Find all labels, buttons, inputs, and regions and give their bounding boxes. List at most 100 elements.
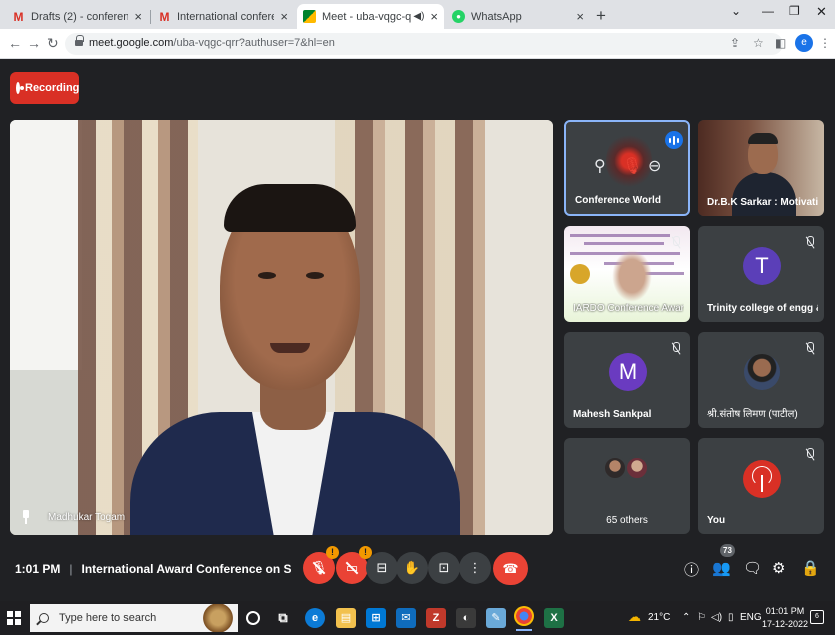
notes-icon[interactable]: ✎ (486, 608, 506, 628)
network-icon[interactable]: ⚐ (697, 612, 706, 623)
remove-icon[interactable]: ⊖ (648, 156, 661, 176)
windows-start-icon[interactable] (7, 611, 21, 625)
gmail-icon: M (13, 9, 24, 24)
recording-label: Recording (25, 82, 80, 94)
language-indicator[interactable]: ENG (740, 612, 762, 623)
close-icon[interactable]: × (134, 9, 142, 24)
muted-mic-icon (670, 342, 680, 356)
tab-gmail-drafts[interactable]: M Drafts (2) - conferencepaper626 × (6, 4, 148, 29)
minimize-button[interactable]: — (762, 4, 774, 18)
share-icon[interactable]: ⇪ (730, 36, 740, 50)
close-icon[interactable]: × (430, 9, 438, 24)
chat-icon[interactable]: 🗨 (743, 559, 762, 577)
taskbar-clock[interactable]: 01:01 PM 17-12-2022 (762, 605, 808, 631)
participant-tile-sarkar[interactable]: Dr.B.K Sarkar : Motivatio... (698, 120, 824, 216)
camera-toggle-button[interactable]: ▭ ! (336, 546, 372, 584)
app-icon[interactable]: ◐ (456, 608, 476, 628)
speaker-figure (130, 180, 460, 535)
hang-up-icon: ☎ (502, 561, 519, 576)
weather-icon[interactable]: ☁ (628, 609, 641, 625)
cortana-icon[interactable] (246, 611, 260, 625)
avatar (743, 460, 781, 498)
people-icon[interactable]: 👥 (712, 559, 731, 577)
activities-icon[interactable]: ⚙ (772, 559, 785, 577)
back-button[interactable]: ← (8, 35, 22, 51)
edge-icon[interactable]: e (305, 608, 325, 628)
notification-center-icon[interactable]: 6 (810, 610, 824, 624)
taskbar-search-box[interactable]: Type here to search (30, 604, 238, 632)
task-view-icon[interactable]: ⧉ (273, 608, 293, 628)
participant-tile-mahesh[interactable]: M Mahesh Sankpal (564, 332, 690, 428)
recording-indicator[interactable]: Recording (10, 72, 79, 104)
file-explorer-icon[interactable]: ▤ (336, 608, 356, 628)
participant-tile-iardo[interactable]: IARDO Conference Awar (564, 226, 690, 322)
participant-name: Trinity college of engg & ... (707, 303, 818, 314)
more-options-button[interactable]: ⋮ (459, 552, 491, 584)
participant-name: 65 others (606, 515, 648, 526)
filezilla-icon[interactable]: Z (426, 608, 446, 628)
meeting-title: International Award Conference on Social… (81, 562, 292, 576)
reload-button[interactable]: ↻ (47, 35, 59, 52)
participant-name: Mahesh Sankpal (573, 409, 652, 420)
tab-meet[interactable]: Meet - uba-vqgc-qrr ◀) × (297, 4, 444, 29)
side-panel-icon[interactable]: ◧ (775, 36, 786, 50)
volume-icon[interactable]: ◁) (711, 612, 722, 623)
tab-whatsapp[interactable]: ● WhatsApp × (446, 4, 590, 29)
participant-name: Conference World (575, 195, 661, 206)
participant-tile-others[interactable]: 65 others (564, 438, 690, 534)
screen: M Drafts (2) - conferencepaper626 × M In… (0, 0, 835, 635)
profile-avatar[interactable]: e (795, 34, 813, 52)
browser-menu-icon[interactable]: ⋮ (819, 36, 831, 50)
omnibox[interactable]: meet.google.com/uba-vqgc-qrr?authuser=7&… (65, 33, 786, 55)
muted-mic-icon (804, 448, 814, 462)
windows-taskbar: Type here to search ⧉ e ▤ ⊞ ✉ Z ◐ ✎ X ☁ … (0, 601, 835, 635)
leave-call-button[interactable]: ☎ (493, 552, 528, 585)
close-icon[interactable]: × (576, 9, 584, 24)
tab-search-icon[interactable]: ⌄ (731, 4, 741, 18)
window-close-button[interactable]: ✕ (816, 4, 827, 20)
whatsapp-icon: ● (452, 10, 465, 23)
participant-tile-santosh[interactable]: श्री.संतोष लिमण (पाटील) (698, 332, 824, 428)
tab-title: Meet - uba-vqgc-qrr (322, 10, 412, 23)
meet-stage: Recording Madhukar Togam ⚲ 🎙 ⊖ Conferenc… (0, 59, 835, 601)
restore-button[interactable]: ❐ (789, 4, 800, 18)
weather-temperature[interactable]: 21°C (648, 612, 670, 623)
main-speaker-video[interactable]: Madhukar Togam (10, 120, 553, 535)
participant-tile-trinity[interactable]: T Trinity college of engg & ... (698, 226, 824, 322)
tab-international-conference-mail[interactable]: M International conference Mail × (152, 4, 294, 29)
mute-tab-icon[interactable]: ◀) (413, 11, 424, 22)
captions-button[interactable]: ⊟ (366, 552, 398, 584)
iardo-emblem-icon (570, 264, 590, 284)
excel-icon[interactable]: X (544, 608, 564, 628)
microphone-icon[interactable]: 🎙 (622, 156, 642, 176)
search-highlight-image (198, 604, 238, 632)
host-controls-icon[interactable]: 🔒 (801, 559, 820, 577)
meeting-time: 1:01 PM (15, 562, 61, 576)
present-screen-button[interactable]: ⊡ (428, 552, 460, 584)
store-icon[interactable]: ⊞ (366, 608, 386, 628)
mail-icon[interactable]: ✉ (396, 608, 416, 628)
raise-hand-button[interactable]: ✋ (396, 552, 428, 584)
pin-icon[interactable]: ⚲ (594, 156, 606, 176)
main-speaker-name: Madhukar Togam (48, 511, 126, 523)
meeting-details-icon[interactable]: ⓘ (684, 559, 699, 580)
avatar (744, 354, 780, 390)
forward-button[interactable]: → (27, 35, 41, 51)
speaking-indicator-icon (665, 131, 683, 149)
microphone-toggle-button[interactable]: 🎙 ! (303, 546, 339, 584)
close-icon[interactable]: × (280, 9, 288, 24)
chrome-icon[interactable] (514, 606, 534, 631)
participant-tile-you[interactable]: You (698, 438, 824, 534)
avatar: M (609, 353, 647, 391)
pin-icon[interactable] (20, 510, 32, 524)
bookmark-star-icon[interactable]: ☆ (753, 36, 764, 50)
meeting-info: 1:01 PM | International Award Conference… (15, 562, 292, 576)
participant-tile-conference-world[interactable]: ⚲ 🎙 ⊖ Conference World (564, 120, 690, 216)
search-icon (39, 613, 49, 623)
lock-icon[interactable] (75, 35, 84, 48)
participant-count-badge: 73 (720, 544, 735, 557)
new-tab-button[interactable]: + (596, 6, 606, 26)
present-icon: ⊡ (438, 560, 450, 575)
show-hidden-icons-icon[interactable]: ⌃ (682, 612, 690, 623)
battery-icon[interactable]: ▯ (728, 612, 734, 623)
